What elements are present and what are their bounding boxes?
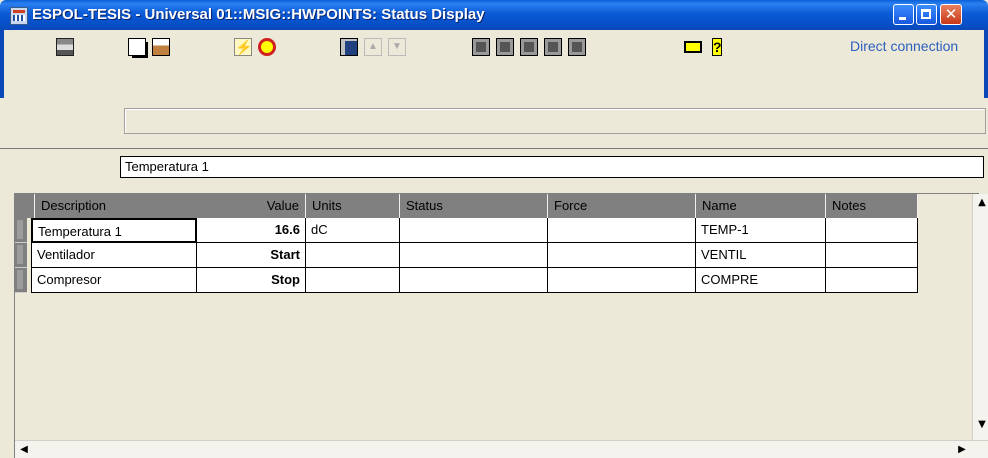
sort-descending-icon: ▼ [388,38,406,56]
maximize-button[interactable] [916,4,937,25]
sort-ascending-button[interactable]: ▲ [362,36,384,58]
cell-value[interactable]: Stop [197,268,306,293]
cell-status[interactable] [400,268,548,293]
close-icon: ✕ [944,5,958,23]
status-display-window: ESPOL-TESIS - Universal 01::MSIG::HWPOIN… [0,0,988,458]
cell-notes[interactable] [826,243,918,268]
cell-force[interactable] [548,218,696,243]
title-bar[interactable]: ESPOL-TESIS - Universal 01::MSIG::HWPOIN… [0,0,988,30]
filter-row: Temperatura 1 [0,148,988,184]
cell-units[interactable] [306,243,400,268]
sort-descending-button[interactable]: ▼ [386,36,408,58]
column-header-name[interactable]: Name [696,194,826,218]
close-button[interactable]: ✕ [940,4,962,25]
prohibit-icon [258,38,276,56]
paste-icon [152,38,170,56]
cell-description[interactable]: Ventilador [31,243,197,268]
save-button[interactable] [338,36,360,58]
message-field [124,108,986,134]
column-header-force[interactable]: Force [548,194,696,218]
device-button[interactable] [470,36,492,58]
print-button[interactable] [54,36,76,58]
cell-notes[interactable] [826,218,918,243]
points-grid: Description Value Units Status Force Nam… [14,193,988,458]
cell-units[interactable]: dC [306,218,400,243]
edit-point-button[interactable] [518,36,540,58]
eye-icon [496,38,514,56]
app-icon[interactable] [10,7,28,25]
cell-units[interactable] [306,268,400,293]
cell-name[interactable]: TEMP-1 [696,218,826,243]
sort-ascending-icon: ▲ [364,38,382,56]
release-button[interactable] [256,36,278,58]
toolbar: ⚡ ▲ ▼ ? Direct connection [0,30,988,134]
cell-description[interactable]: Compresor [31,268,197,293]
cell-force[interactable] [548,268,696,293]
minimize-button[interactable] [893,4,914,25]
scroll-left-icon[interactable]: ◀ [15,441,33,458]
cell-notes[interactable] [826,268,918,293]
printer-icon [56,38,74,56]
command-button[interactable]: ⚡ [232,36,254,58]
view-button[interactable] [494,36,516,58]
scroll-down-icon[interactable]: ▼ [973,416,988,434]
connection-status: Direct connection [850,38,959,54]
row-header-corner [15,194,35,218]
window-title: ESPOL-TESIS - Universal 01::MSIG::HWPOIN… [32,6,485,23]
question-mark-icon: ? [712,38,722,56]
lightning-icon: ⚡ [234,38,253,56]
tools-icon [568,38,586,56]
column-header-status[interactable]: Status [400,194,548,218]
scroll-up-icon[interactable]: ▲ [973,194,988,212]
cell-force[interactable] [548,243,696,268]
window-button[interactable] [682,36,704,58]
minimize-icon [899,17,906,20]
row-header[interactable] [15,268,27,293]
column-header-units[interactable]: Units [306,194,400,218]
window-icon [684,41,702,53]
copy-icon [128,38,146,56]
trend-icon [544,38,562,56]
help-button[interactable]: ? [706,36,728,58]
floppy-disk-icon [340,38,358,56]
tools-button[interactable] [566,36,588,58]
cell-value[interactable]: Start [197,243,306,268]
cell-name[interactable]: VENTIL [696,243,826,268]
device-icon [472,38,490,56]
cell-status[interactable] [400,218,548,243]
paste-button[interactable] [150,36,172,58]
cell-description[interactable]: Temperatura 1 [31,218,197,243]
column-header-description[interactable]: Description [35,194,213,218]
cell-name[interactable]: COMPRE [696,268,826,293]
scroll-right-icon[interactable]: ▶ [953,441,971,458]
point-filter-input[interactable]: Temperatura 1 [120,156,984,178]
maximize-icon [921,9,931,19]
trend-button[interactable] [542,36,564,58]
column-header-value[interactable]: Value [198,194,306,218]
vertical-scrollbar[interactable]: ▲ ▼ [972,194,988,440]
cell-status[interactable] [400,243,548,268]
row-header[interactable] [15,218,27,243]
cell-value[interactable]: 16.6 [197,218,306,243]
pencil-icon [520,38,538,56]
row-header[interactable] [15,243,27,268]
horizontal-scrollbar[interactable]: ◀ ▶ [15,440,988,458]
column-header-notes[interactable]: Notes [826,194,918,218]
copy-button[interactable] [126,36,148,58]
